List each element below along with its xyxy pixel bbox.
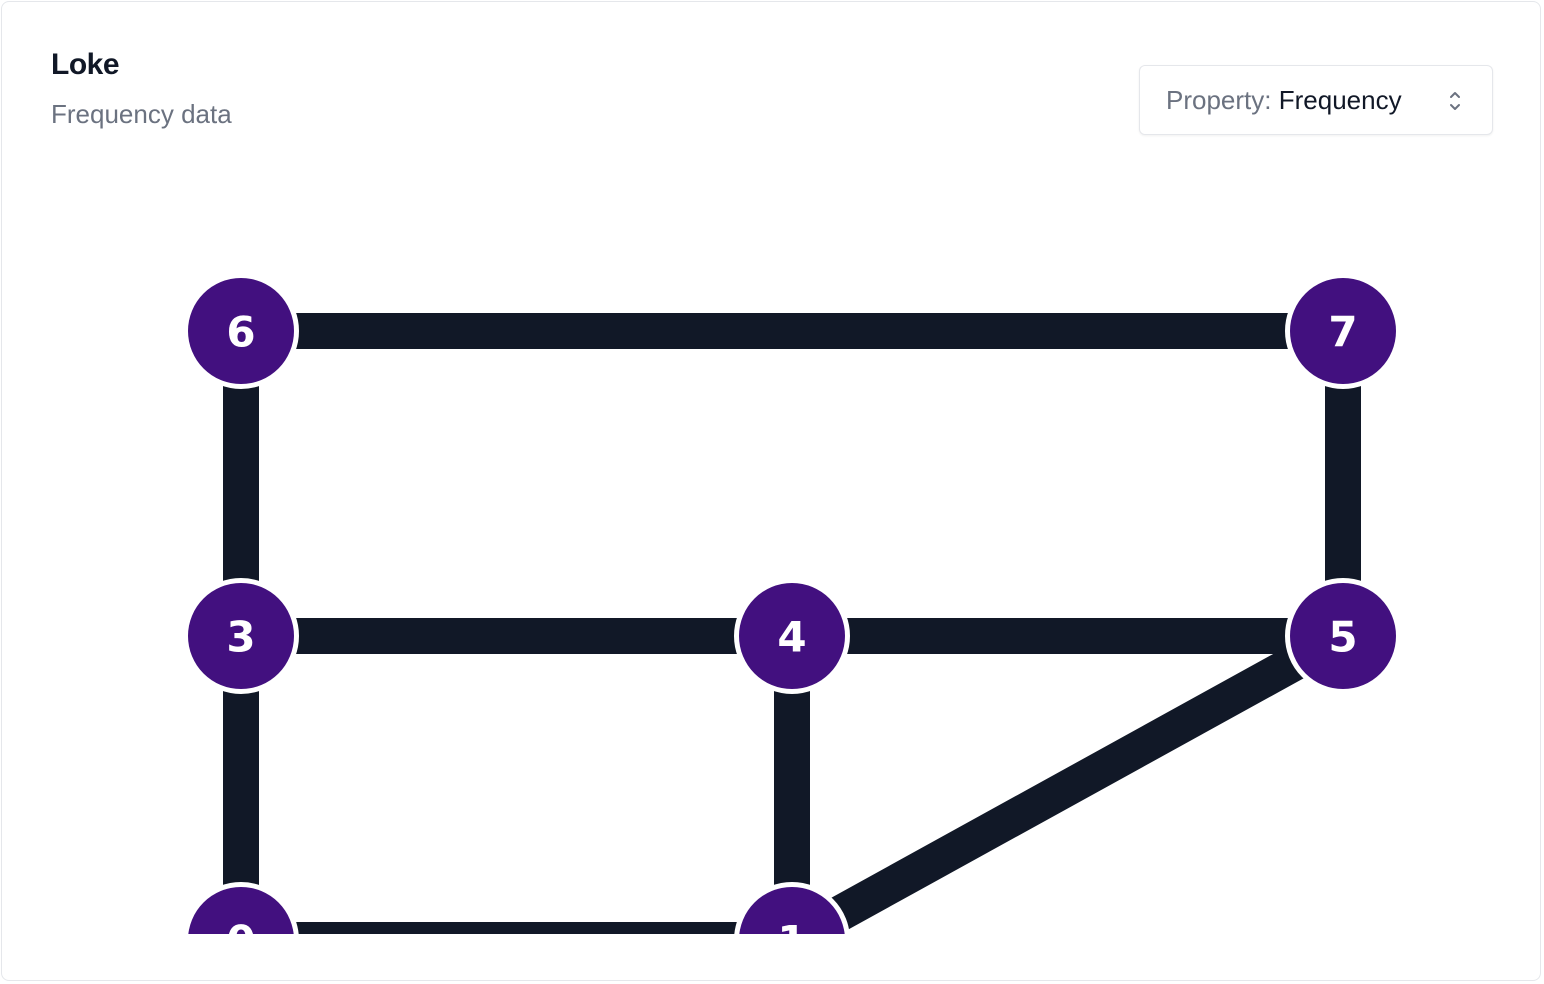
node-label: 0 xyxy=(226,917,255,935)
node-3[interactable]: 3 xyxy=(183,578,299,694)
node-label: 3 xyxy=(226,613,255,662)
node-label: 4 xyxy=(777,613,806,662)
node-0[interactable]: 0 xyxy=(183,882,299,935)
node-5[interactable]: 5 xyxy=(1285,578,1401,694)
node-7[interactable]: 7 xyxy=(1285,273,1401,389)
node-label: 5 xyxy=(1328,613,1357,662)
node-6[interactable]: 6 xyxy=(183,273,299,389)
node-label: 7 xyxy=(1328,308,1357,357)
node-label: 6 xyxy=(226,308,255,357)
edge-5-1 xyxy=(783,620,1352,934)
node-1[interactable]: 1 xyxy=(734,882,850,935)
node-4[interactable]: 4 xyxy=(734,578,850,694)
graph-card: Loke Frequency data Property: Frequency … xyxy=(1,1,1541,981)
node-label: 1 xyxy=(777,917,806,935)
network-graph: 0 1 3 4 5 6 7 xyxy=(183,273,1401,935)
